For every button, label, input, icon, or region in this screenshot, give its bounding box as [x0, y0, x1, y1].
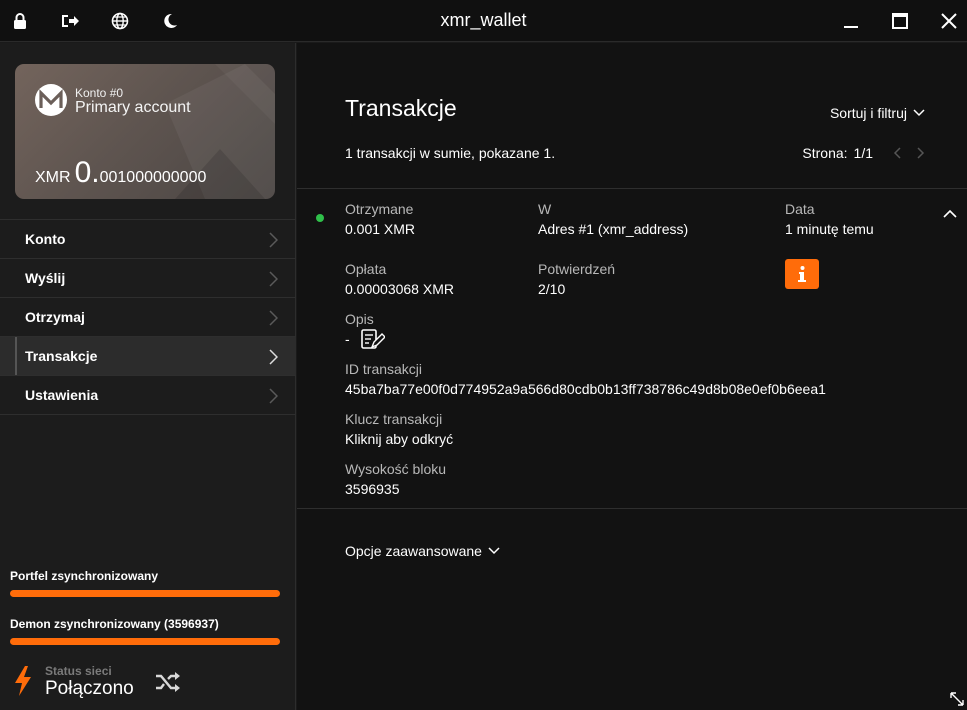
chevron-down-icon: [913, 109, 925, 117]
fee-label: Opłata: [345, 261, 387, 277]
globe-icon[interactable]: [109, 10, 131, 32]
block-height-field: Wysokość bloku 3596935: [345, 461, 446, 497]
maximize-icon[interactable]: [889, 10, 911, 32]
sidebar-item-label: Konto: [25, 231, 66, 247]
destination-label: W: [538, 201, 552, 217]
date-value: 1 minutę temu: [785, 221, 874, 237]
main-panel: Transakcje Sortuj i filtruj 1 transakcji…: [297, 43, 967, 710]
sidebar-item-label: Transakcje: [25, 348, 98, 364]
sidebar-menu: Konto Wyślij Otrzymaj Transakcje Ustawie…: [0, 219, 296, 415]
sidebar-item-ustawienia[interactable]: Ustawienia: [0, 376, 296, 415]
destination-field: W Adres #1 (xmr_address): [538, 201, 688, 237]
edit-description-icon[interactable]: [361, 329, 385, 351]
daemon-sync-progress: [10, 638, 280, 645]
network-status-value: Połączono: [45, 678, 134, 699]
close-icon[interactable]: [938, 10, 960, 32]
title-bar: xmr_wallet: [0, 0, 967, 42]
sidebar-item-label: Ustawienia: [25, 387, 99, 403]
lock-icon[interactable]: [9, 10, 31, 32]
received-label: Otrzymane: [345, 201, 414, 217]
daemon-sync-label: Demon zsynchronizowany (3596937): [10, 617, 219, 631]
next-page-icon[interactable]: [917, 147, 925, 159]
monero-logo-icon: [35, 84, 67, 116]
transactions-summary: 1 transakcji w sumie, pokazane 1.: [345, 145, 556, 161]
status-dot: [316, 214, 324, 222]
chevron-down-icon: [488, 547, 500, 555]
wallet-sync: Portfel zsynchronizowany: [10, 569, 280, 597]
chevron-right-icon: [269, 310, 278, 326]
balance-currency: XMR: [35, 169, 71, 186]
balance-decimals: 001000000000: [99, 169, 207, 186]
txid-label: ID transakcji: [345, 361, 423, 377]
fee-value: 0.00003068 XMR: [345, 281, 454, 297]
page-number: 1/1: [853, 145, 873, 161]
confirmations-field: Potwierdzeń 2/10: [538, 261, 615, 297]
txkey-field: Klucz transakcji Kliknij aby odkryć: [345, 411, 453, 447]
resize-icon[interactable]: [950, 692, 964, 706]
txid-field: ID transakcji 45ba7ba77e00f0d774952a9a56…: [345, 361, 826, 397]
info-icon: [798, 266, 806, 282]
account-index: Konto #0: [75, 86, 124, 100]
received-field: Otrzymane 0.001 XMR: [345, 201, 415, 237]
sign-out-icon[interactable]: [59, 10, 81, 32]
moon-icon[interactable]: [159, 10, 181, 32]
txid-value[interactable]: 45ba7ba77e00f0d774952a9a566d80cdb0b13ff7…: [345, 381, 826, 397]
sidebar-item-transakcje[interactable]: Transakcje: [0, 337, 296, 376]
chevron-right-icon: [269, 388, 278, 404]
chevron-up-icon[interactable]: [943, 209, 957, 218]
balance-integer: 0.: [74, 156, 100, 189]
advanced-options-toggle[interactable]: Opcje zaawansowane: [345, 543, 500, 559]
fee-field: Opłata 0.00003068 XMR: [345, 261, 454, 297]
sidebar: Konto #0 Primary account XMR 0. 00100000…: [0, 43, 296, 710]
network-status: Status sieci Połączono: [14, 661, 284, 701]
page-label: Strona:: [802, 145, 848, 161]
txkey-reveal-link[interactable]: Kliknij aby odkryć: [345, 431, 453, 447]
confirmations-label: Potwierdzeń: [538, 261, 616, 277]
sidebar-item-wyslij[interactable]: Wyślij: [0, 259, 296, 298]
date-field: Data 1 minutę temu: [785, 201, 874, 237]
sort-filter-label: Sortuj i filtruj: [829, 105, 907, 121]
sidebar-item-otrzymaj[interactable]: Otrzymaj: [0, 298, 296, 337]
chevron-right-icon: [269, 349, 278, 365]
block-height-value: 3596935: [345, 481, 400, 497]
info-button[interactable]: [785, 259, 819, 289]
sidebar-item-label: Otrzymaj: [25, 309, 85, 325]
sort-filter-button[interactable]: Sortuj i filtruj: [830, 105, 925, 121]
description-label: Opis: [345, 311, 374, 327]
prev-page-icon[interactable]: [893, 147, 901, 159]
wallet-sync-label: Portfel zsynchronizowany: [10, 569, 159, 583]
network-status-label: Status sieci: [45, 664, 112, 678]
pagination: Strona: 1/1: [802, 145, 925, 161]
minimize-icon[interactable]: [840, 10, 862, 32]
account-name: Primary account: [75, 99, 191, 116]
account-card[interactable]: Konto #0 Primary account XMR 0. 00100000…: [15, 64, 275, 199]
chevron-right-icon: [269, 271, 278, 287]
sidebar-item-label: Wyślij: [25, 270, 66, 286]
sidebar-item-konto[interactable]: Konto: [0, 220, 296, 259]
wallet-sync-progress: [10, 590, 280, 597]
page-title: Transakcje: [345, 95, 457, 121]
transaction-row: Otrzymane 0.001 XMR W Adres #1 (xmr_addr…: [297, 188, 967, 509]
block-height-label: Wysokość bloku: [345, 461, 447, 477]
lightning-icon: [15, 666, 31, 696]
date-label: Data: [785, 201, 815, 217]
txkey-label: Klucz transakcji: [345, 411, 443, 427]
chevron-right-icon: [269, 232, 278, 248]
destination-value: Adres #1 (xmr_address): [538, 221, 689, 237]
confirmations-value: 2/10: [538, 281, 566, 297]
account-balance: XMR 0. 001000000000: [35, 156, 206, 190]
window-title: xmr_wallet: [440, 10, 527, 30]
daemon-sync: Demon zsynchronizowany (3596937): [10, 617, 280, 645]
advanced-options-label: Opcje zaawansowane: [345, 543, 482, 559]
received-value: 0.001 XMR: [345, 221, 416, 237]
shuffle-icon[interactable]: [155, 671, 181, 693]
